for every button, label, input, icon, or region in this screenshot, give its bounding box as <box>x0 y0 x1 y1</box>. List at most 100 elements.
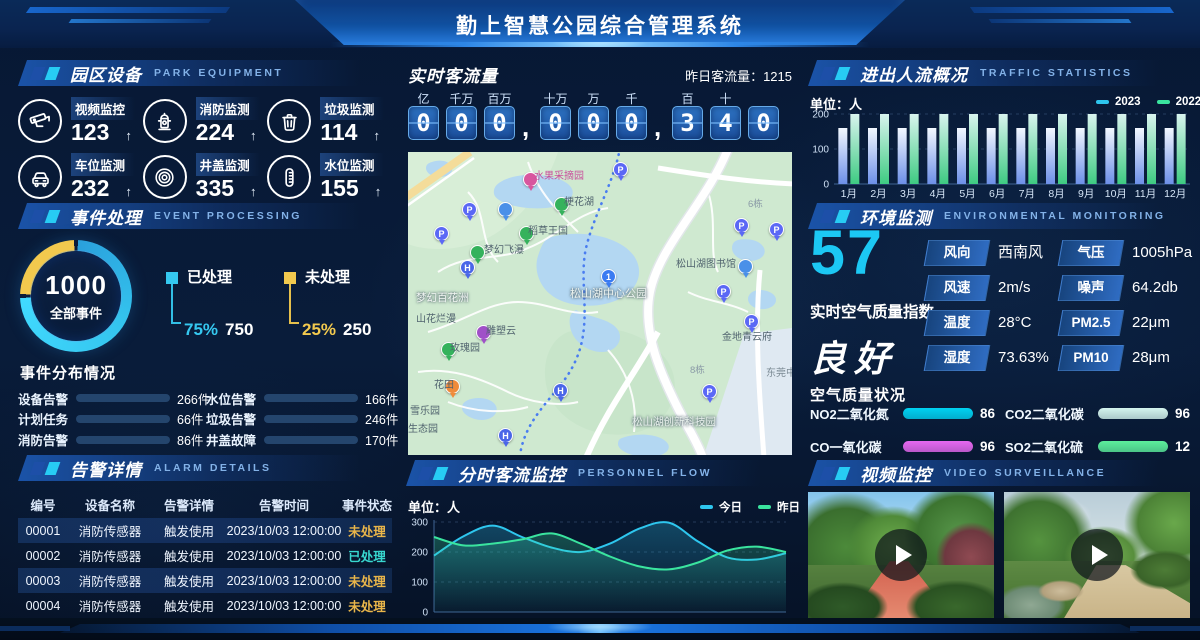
table-cell: 2023/10/03 12:00:00 <box>226 549 342 563</box>
legend-connector <box>289 282 299 324</box>
legend-label: 未处理 <box>305 269 350 286</box>
column-header: 告警时间 <box>226 495 342 514</box>
table-cell: 消防传感器 <box>68 546 152 565</box>
digit-box: 3 <box>672 106 703 140</box>
map-label: 花田 <box>434 376 454 391</box>
donut-legend-unprocessed[interactable]: 未处理 25%250 <box>284 266 394 352</box>
env-metric-value: 73.63% <box>988 345 1060 371</box>
air-quality-bar <box>1098 408 1168 419</box>
table-cell: 2023/10/03 12:00:00 <box>226 574 342 588</box>
cctv-icon <box>18 99 62 143</box>
svg-text:6月: 6月 <box>989 188 1005 200</box>
table-row: 00003消防传感器触发使用2023/10/03 12:00:00未处理 <box>18 568 392 593</box>
page-title: 勤上智慧公园综合管理系统 <box>0 10 1200 40</box>
map-marker-p[interactable]: P <box>462 202 477 217</box>
map-marker-p[interactable]: P <box>734 218 749 233</box>
table-header-row: 编号设备名称告警详情告警时间事件状态 <box>18 490 392 518</box>
distribution-value: 86件 <box>177 430 203 449</box>
distribution-label: 消防告警 <box>18 430 69 449</box>
svg-text:5月: 5月 <box>959 188 975 200</box>
table-cell: 00002 <box>18 549 68 563</box>
column-header: 设备名称 <box>68 495 152 514</box>
distribution-label: 井盖故障 <box>206 430 257 449</box>
up-arrow-icon: ↑ <box>125 128 132 143</box>
digit-box: 0 <box>540 106 571 140</box>
digit-place-label: 百 <box>681 90 693 106</box>
yesterday-value: 1215 <box>763 69 792 84</box>
legend-value: 25%250 <box>302 320 371 340</box>
counter-digit: 百 3 <box>672 90 703 140</box>
map-marker-p[interactable]: P <box>769 222 784 237</box>
digit-box: 0 <box>578 106 609 140</box>
air-quality-title: 空气质量状况 <box>810 384 906 405</box>
map-label: 稻草王国 <box>528 222 568 237</box>
air-quality-row: SO2二氧化硫 12 <box>1005 437 1192 456</box>
map-label: 雕塑云 <box>486 322 516 337</box>
map-marker-p[interactable]: P <box>744 314 759 329</box>
svg-text:8月: 8月 <box>1048 188 1064 200</box>
map-marker-g[interactable] <box>470 245 485 260</box>
legend-dash-icon <box>700 505 713 509</box>
air-quality-label: CO2二氧化碳 <box>1005 404 1091 423</box>
svg-text:100: 100 <box>812 145 829 156</box>
distribution-value: 66件 <box>177 409 203 428</box>
section-subtitle: PARK EQUIPMENT <box>154 67 283 79</box>
map-marker-p[interactable]: P <box>434 226 449 241</box>
play-button[interactable] <box>875 529 927 581</box>
section-subtitle: PERSONNEL FLOW <box>578 467 712 479</box>
park-map[interactable]: 水果采摘园梗花湖稻草王国梦幻飞瀑梦幻百花洲山花烂漫雕塑云玫瑰园花田雪乐园生态园松… <box>408 152 792 455</box>
svg-text:1月: 1月 <box>841 188 857 200</box>
equipment-value: 224↑ <box>196 120 260 144</box>
column-header: 事件状态 <box>342 495 392 514</box>
status-badge: 未处理 <box>342 596 392 615</box>
equipment-stat: 水位监测 155↑ <box>320 153 384 200</box>
digit-comma: , <box>654 114 665 140</box>
map-label: 东莞中 <box>766 364 792 379</box>
distribution-label: 水位告警 <box>206 389 257 408</box>
map-marker-h[interactable]: H <box>498 428 513 443</box>
map-marker-h[interactable]: H <box>553 383 568 398</box>
map-label: 玫瑰园 <box>450 339 480 354</box>
digit-place-label: 千 <box>625 90 637 106</box>
svg-text:9月: 9月 <box>1078 188 1094 200</box>
donut-legend-processed[interactable]: 已处理 75%750 <box>166 266 276 352</box>
air-quality-value: 96 <box>980 439 995 454</box>
digit-place-label: 百万 <box>487 90 511 106</box>
svg-text:4月: 4月 <box>930 188 946 200</box>
up-arrow-icon: ↑ <box>373 128 380 143</box>
section-header-video: 视频监控 VIDEO SURVEILLANCE <box>808 460 1190 486</box>
map-label: 松山湖图书馆 <box>676 255 736 270</box>
svg-text:2月: 2月 <box>870 188 886 200</box>
map-marker-b[interactable] <box>498 202 513 217</box>
status-badge: 未处理 <box>342 521 392 540</box>
table-cell: 触发使用 <box>152 596 226 615</box>
aqi-status: 良好 <box>810 330 898 382</box>
table-cell: 2023/10/03 12:00:00 <box>226 599 342 613</box>
map-marker-n[interactable]: 1 <box>601 269 616 284</box>
video-feed-1[interactable] <box>808 492 994 618</box>
air-quality-value: 86 <box>980 406 995 421</box>
distribution-track <box>76 394 170 402</box>
map-marker-h[interactable]: H <box>460 260 475 275</box>
map-marker-p[interactable]: P <box>702 384 717 399</box>
air-quality-bars: NO2二氧化氮 86 CO2二氧化碳 96 CO一氧化碳 96 SO2二氧化硫 … <box>810 404 1192 456</box>
distribution-row: 消防告警 86件 <box>18 429 206 450</box>
bottom-bar <box>0 618 1200 640</box>
equipment-value: 114↑ <box>320 120 384 144</box>
digit-box: 0 <box>446 106 477 140</box>
play-button[interactable] <box>1071 529 1123 581</box>
header-glow <box>330 42 870 47</box>
distribution-row: 水位告警 166件 <box>206 388 394 409</box>
video-feed-2[interactable] <box>1004 492 1190 618</box>
map-marker-b[interactable] <box>738 259 753 274</box>
svg-text:3月: 3月 <box>900 188 916 200</box>
map-marker-p[interactable]: P <box>613 162 628 177</box>
table-cell: 00003 <box>18 574 68 588</box>
equipment-item: 垃圾监测 114↑ <box>267 98 392 144</box>
counter-digit: 0 <box>748 90 779 140</box>
counter-digit: 万 0 <box>578 90 609 140</box>
distribution-row: 井盖故障 170件 <box>206 429 394 450</box>
map-marker-p[interactable]: P <box>716 284 731 299</box>
deco-square <box>835 467 851 480</box>
deco-square <box>433 467 449 480</box>
